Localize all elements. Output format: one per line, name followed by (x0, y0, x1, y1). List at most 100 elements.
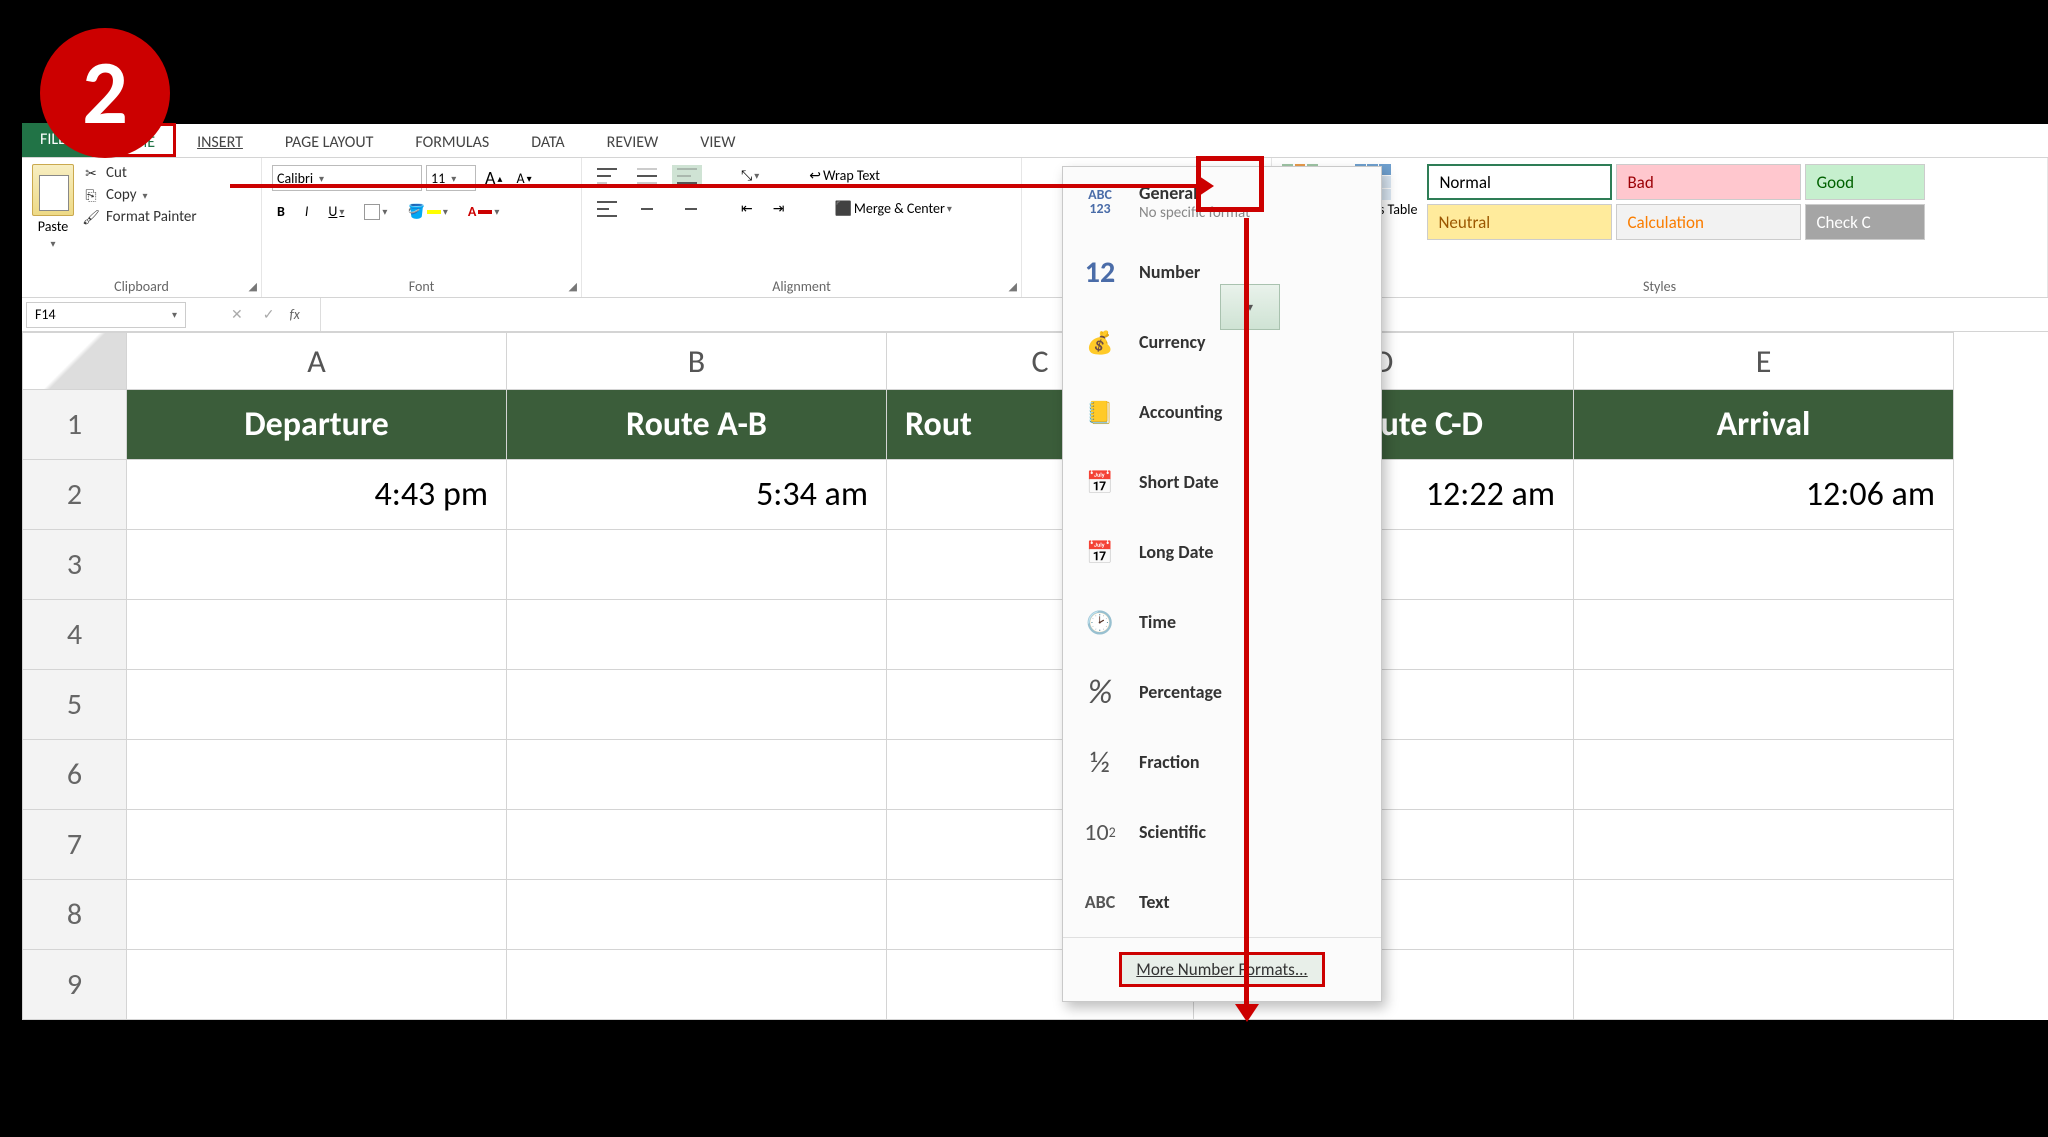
font-dialog-launcher-icon[interactable]: ◢ (569, 280, 577, 293)
cell-B5[interactable] (507, 670, 887, 740)
borders-button[interactable]: ▾ (359, 201, 392, 223)
cell-B6[interactable] (507, 740, 887, 810)
name-box-value: F14 (35, 306, 56, 323)
format-percentage[interactable]: % Percentage (1063, 657, 1381, 727)
scissors-icon: ✂ (82, 164, 100, 182)
col-header-E[interactable]: E (1574, 332, 1954, 390)
tab-insert[interactable]: INSERT (176, 123, 264, 157)
fill-color-button[interactable]: 🪣 ▾ (402, 200, 452, 223)
cell-E4[interactable] (1574, 600, 1954, 670)
annotation-step-badge: 2 (40, 28, 170, 158)
cell-A5[interactable] (127, 670, 507, 740)
tab-page-layout[interactable]: PAGE LAYOUT (264, 123, 395, 157)
paste-button[interactable]: Paste ▾ (32, 164, 74, 250)
cell-A7[interactable] (127, 810, 507, 880)
align-center-button[interactable] (632, 198, 662, 220)
cell-A4[interactable] (127, 600, 507, 670)
italic-button[interactable]: I (300, 200, 314, 223)
format-accounting[interactable]: 📒 Accounting (1063, 377, 1381, 447)
cell-E5[interactable] (1574, 670, 1954, 740)
format-fraction[interactable]: ½ Fraction (1063, 727, 1381, 797)
style-neutral[interactable]: Neutral (1427, 204, 1612, 240)
cell-E9[interactable] (1574, 950, 1954, 1020)
name-box[interactable]: F14 ▾ (26, 302, 186, 328)
style-check-cell[interactable]: Check C (1805, 204, 1925, 240)
row-header-9[interactable]: 9 (22, 950, 127, 1020)
row-header-3[interactable]: 3 (22, 530, 127, 600)
row-header-1[interactable]: 1 (22, 390, 127, 460)
row-header-2[interactable]: 2 (22, 460, 127, 530)
format-time[interactable]: 🕑 Time (1063, 587, 1381, 657)
col-header-A[interactable]: A (127, 332, 507, 390)
cell-A8[interactable] (127, 880, 507, 950)
tab-review[interactable]: REVIEW (586, 123, 680, 157)
tab-view[interactable]: VIEW (679, 123, 756, 157)
format-scientific[interactable]: 102 Scientific (1063, 797, 1381, 867)
row-header-6[interactable]: 6 (22, 740, 127, 810)
paste-label: Paste (38, 218, 68, 235)
decrease-indent-button[interactable]: ⇤ (736, 197, 758, 220)
format-short-date[interactable]: 📅 Short Date (1063, 447, 1381, 517)
format-painter-label: Format Painter (106, 208, 197, 226)
cell-B4[interactable] (507, 600, 887, 670)
fx-icon[interactable]: fx (289, 306, 299, 323)
row-header-7[interactable]: 7 (22, 810, 127, 880)
cell-E3[interactable] (1574, 530, 1954, 600)
cancel-formula-button[interactable]: ✕ (226, 303, 248, 326)
underline-button[interactable]: U▾ (323, 200, 349, 223)
format-painter-button[interactable]: 🖌 Format Painter (82, 208, 197, 226)
row-header-5[interactable]: 5 (22, 670, 127, 740)
cell-A3[interactable] (127, 530, 507, 600)
paste-icon (32, 164, 74, 216)
cell-B7[interactable] (507, 810, 887, 880)
cell-E2[interactable]: 12:06 am (1574, 460, 1954, 530)
cell-E6[interactable] (1574, 740, 1954, 810)
alignment-dialog-launcher-icon[interactable]: ◢ (1009, 280, 1017, 293)
style-bad[interactable]: Bad (1616, 164, 1801, 200)
chevron-down-icon[interactable]: ▾ (172, 308, 177, 321)
tab-formulas[interactable]: FORMULAS (394, 123, 510, 157)
bold-button[interactable]: B (272, 200, 290, 223)
percentage-format-icon: % (1077, 671, 1123, 713)
group-styles: l ▾ Format as Table ▾ Normal Bad Good Ne… (1272, 158, 2048, 297)
chevron-down-icon: ▾ (313, 172, 324, 185)
cell-A9[interactable] (127, 950, 507, 1020)
style-normal[interactable]: Normal (1427, 164, 1612, 200)
format-text[interactable]: ABC Text (1063, 867, 1381, 937)
style-good[interactable]: Good (1805, 164, 1925, 200)
enter-formula-button[interactable]: ✓ (258, 303, 280, 326)
font-color-button[interactable]: A ▾ (463, 200, 505, 223)
row-header-8[interactable]: 8 (22, 880, 127, 950)
cell-E8[interactable] (1574, 880, 1954, 950)
more-number-formats[interactable]: More Number Formats... (1063, 937, 1381, 1001)
cell-B2[interactable]: 5:34 am (507, 460, 887, 530)
align-left-button[interactable] (592, 198, 622, 220)
clipboard-dialog-launcher-icon[interactable]: ◢ (249, 280, 257, 293)
cell-A1[interactable]: Departure (127, 390, 507, 460)
align-right-button[interactable] (672, 198, 702, 220)
cell-B9[interactable] (507, 950, 887, 1020)
cell-B3[interactable] (507, 530, 887, 600)
col-header-B[interactable]: B (507, 332, 887, 390)
select-all-corner[interactable] (22, 332, 127, 390)
style-calculation[interactable]: Calculation (1616, 204, 1801, 240)
merge-center-button[interactable]: ⬛ Merge & Center ▾ (829, 197, 956, 220)
row-header-4[interactable]: 4 (22, 600, 127, 670)
tab-data[interactable]: DATA (510, 123, 585, 157)
cell-styles-gallery[interactable]: Normal Bad Good Neutral Calculation Chec… (1427, 164, 1925, 240)
cell-B8[interactable] (507, 880, 887, 950)
increase-indent-button[interactable]: ⇥ (768, 197, 790, 220)
number-format-dropdown-trigger[interactable]: ▾ (1220, 284, 1280, 330)
paste-dropdown-icon[interactable]: ▾ (50, 237, 55, 250)
cell-B1[interactable]: Route A-B (507, 390, 887, 460)
copy-button[interactable]: ⎘ Copy ▾ (82, 186, 197, 204)
copy-dropdown-icon[interactable]: ▾ (143, 189, 148, 202)
cut-button[interactable]: ✂ Cut (82, 164, 197, 182)
cell-A6[interactable] (127, 740, 507, 810)
format-fraction-title: Fraction (1139, 751, 1200, 773)
format-long-date[interactable]: 📅 Long Date (1063, 517, 1381, 587)
format-number-title: Number (1139, 261, 1200, 283)
cell-A2[interactable]: 4:43 pm (127, 460, 507, 530)
cell-E7[interactable] (1574, 810, 1954, 880)
cell-E1[interactable]: Arrival (1574, 390, 1954, 460)
